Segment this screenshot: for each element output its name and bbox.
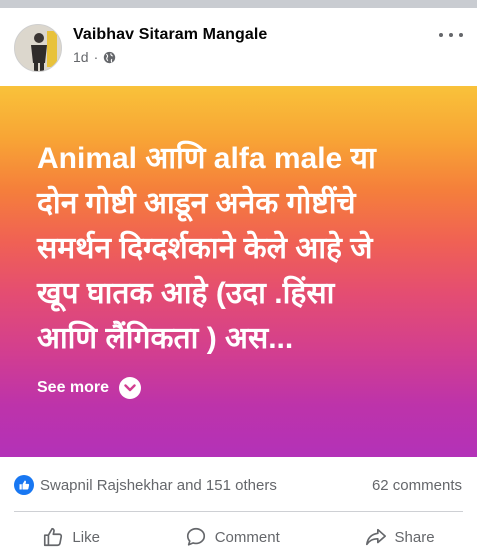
post-text: Animal आणि alfa male या दोन गोष्टी आडून … (37, 142, 376, 355)
reactions-summary-text: Swapnil Rajshekhar and 151 others (40, 476, 277, 494)
like-label: Like (72, 528, 100, 546)
post-header: Vaibhav Sitaram Mangale 1d · (0, 8, 477, 86)
comments-count[interactable]: 62 comments (372, 477, 462, 494)
post-text-card[interactable]: Animal आणि alfa male या दोन गोष्टी आडून … (0, 86, 477, 457)
globe-icon (103, 51, 116, 64)
share-button[interactable]: Share (365, 526, 435, 548)
reactions-row: Swapnil Rajshekhar and 151 others 62 com… (14, 470, 462, 500)
chevron-down-icon (119, 377, 142, 399)
share-arrow-icon (365, 528, 386, 546)
avatar[interactable] (14, 24, 62, 72)
post-meta: 1d · (73, 49, 267, 65)
more-dot-icon (459, 33, 463, 37)
post-time[interactable]: 1d (73, 49, 89, 65)
comment-bubble-icon (186, 527, 205, 546)
more-dot-icon (439, 33, 443, 37)
reactions-summary[interactable]: Swapnil Rajshekhar and 151 others (14, 475, 277, 495)
post-action-bar: Like Comment Share (0, 520, 477, 554)
comment-label: Comment (214, 528, 280, 546)
comment-button[interactable]: Comment (185, 526, 280, 548)
share-label: Share (394, 528, 435, 546)
thumbs-up-icon (44, 527, 63, 547)
author-name[interactable]: Vaibhav Sitaram Mangale (73, 26, 267, 44)
like-button[interactable]: Like (42, 526, 100, 548)
more-options-button[interactable] (439, 28, 463, 42)
see-more-label: See more (37, 379, 110, 396)
meta-separator: · (93, 49, 99, 65)
like-reaction-icon (14, 475, 34, 495)
more-dot-icon (449, 33, 453, 37)
top-separator (0, 0, 477, 8)
see-more-button[interactable]: See more (37, 377, 447, 399)
divider (14, 511, 463, 512)
